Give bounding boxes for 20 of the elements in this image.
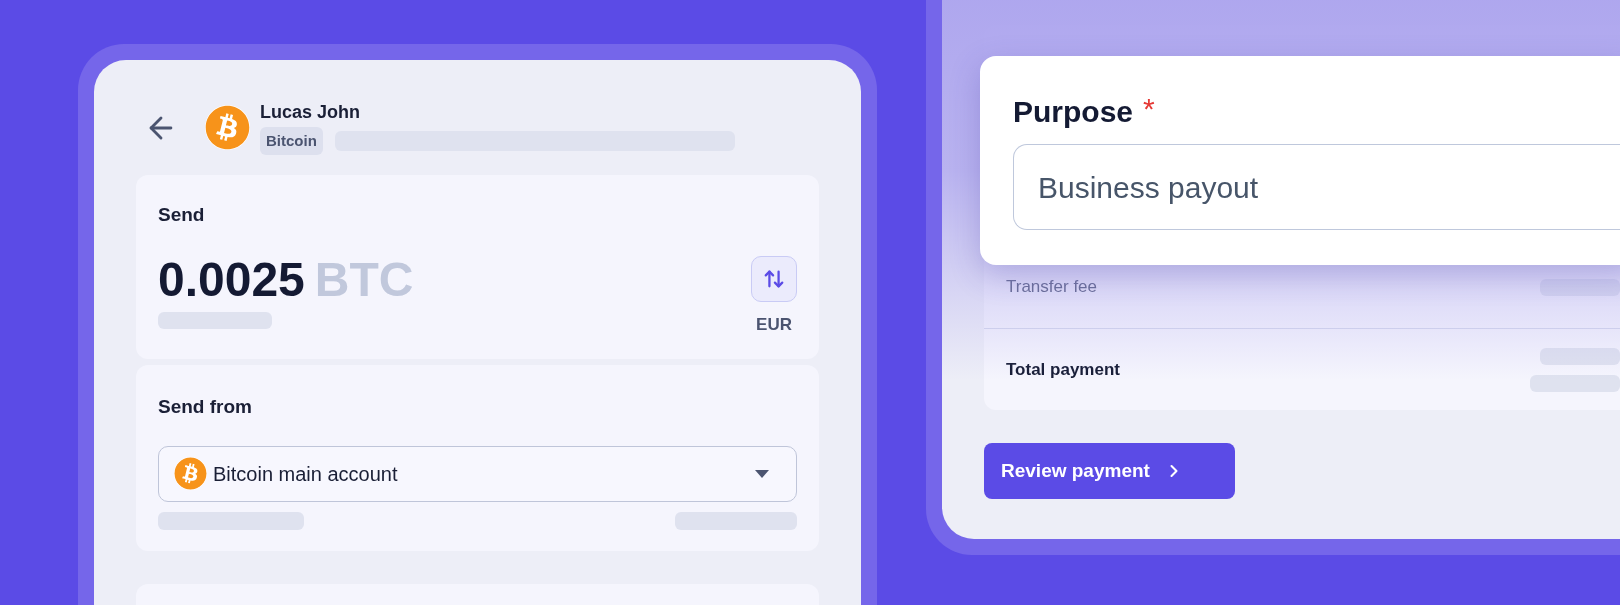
- purpose-value: Business payout: [1038, 169, 1259, 206]
- bitcoin-icon: [174, 457, 207, 490]
- bitcoin-icon: [205, 105, 250, 150]
- summary-label: Transfer fee: [1006, 276, 1098, 299]
- purpose-field[interactable]: Business payout: [1013, 144, 1620, 230]
- review-payment-button[interactable]: Review payment: [984, 443, 1235, 499]
- purpose-label: Purpose: [1013, 94, 1134, 130]
- send-label: Send: [158, 203, 206, 227]
- send-from-label: Send from: [158, 395, 253, 419]
- required-mark: *: [1143, 94, 1155, 124]
- swap-currency-button[interactable]: [751, 255, 797, 302]
- caret-icon: [755, 469, 769, 478]
- account-name: Bitcoin main account: [213, 461, 398, 487]
- currency-label: EUR: [756, 313, 792, 336]
- summary-label: Total payment: [1006, 358, 1120, 381]
- recipient-name: Lucas John: [260, 101, 362, 124]
- send-amount: 0.0025: [158, 251, 305, 308]
- swap-icon: [763, 267, 785, 290]
- currency-tag: Bitcoin: [260, 127, 323, 155]
- account-select[interactable]: Bitcoin main account: [158, 445, 797, 502]
